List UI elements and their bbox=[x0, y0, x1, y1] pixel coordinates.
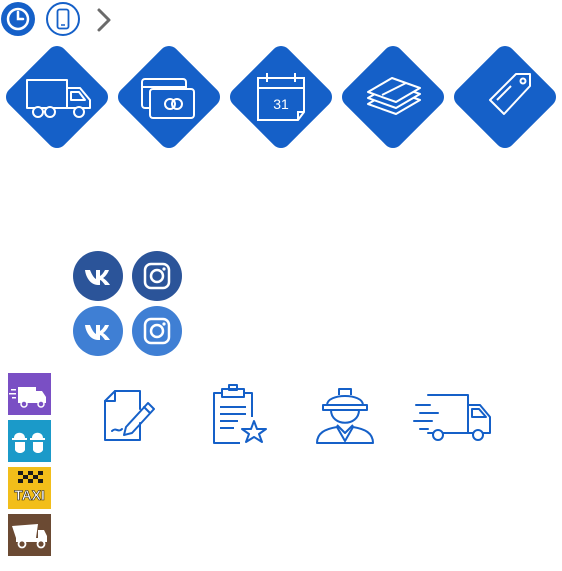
fast-delivery-truck-icon[interactable] bbox=[412, 383, 494, 445]
vk-icon bbox=[85, 325, 110, 340]
delivery-diamond[interactable] bbox=[1, 41, 113, 153]
taxi-label: TAXI bbox=[14, 487, 45, 503]
cash-diamond[interactable] bbox=[337, 41, 449, 153]
instagram-button[interactable] bbox=[132, 251, 182, 301]
edit-document-icon[interactable] bbox=[100, 383, 160, 445]
instagram-icon bbox=[143, 317, 171, 345]
vk-button[interactable] bbox=[73, 306, 123, 356]
vk-button[interactable] bbox=[73, 251, 123, 301]
credit-cards-icon bbox=[141, 78, 195, 119]
delivery-van-icon bbox=[9, 387, 46, 408]
dump-truck-icon bbox=[12, 524, 47, 549]
taxi-icon: TAXI bbox=[11, 471, 48, 503]
clipboard-star-icon[interactable] bbox=[208, 383, 270, 445]
engineer-icon[interactable] bbox=[313, 383, 377, 445]
calendar-diamond[interactable]: 31 bbox=[225, 41, 337, 153]
payment-diamond[interactable] bbox=[113, 41, 225, 153]
instagram-icon bbox=[143, 262, 171, 290]
workers-helmets-icon bbox=[12, 432, 45, 453]
cash-stack-icon bbox=[367, 77, 421, 115]
mobile-phone-icon[interactable] bbox=[46, 2, 80, 36]
instagram-button[interactable] bbox=[132, 306, 182, 356]
taxi-tile[interactable]: TAXI bbox=[8, 467, 51, 509]
delivery-truck-icon bbox=[26, 79, 91, 118]
delivery-van-tile[interactable] bbox=[8, 373, 51, 415]
dump-truck-tile[interactable] bbox=[8, 514, 51, 556]
calendar-icon: 31 bbox=[257, 73, 305, 121]
workers-tile[interactable] bbox=[8, 420, 51, 462]
vk-icon bbox=[85, 270, 110, 285]
price-diamond[interactable] bbox=[449, 41, 561, 153]
calendar-day: 31 bbox=[273, 96, 289, 112]
clock-icon[interactable] bbox=[1, 2, 35, 36]
price-tag-icon bbox=[489, 73, 531, 115]
chevron-right-icon[interactable] bbox=[94, 6, 116, 34]
